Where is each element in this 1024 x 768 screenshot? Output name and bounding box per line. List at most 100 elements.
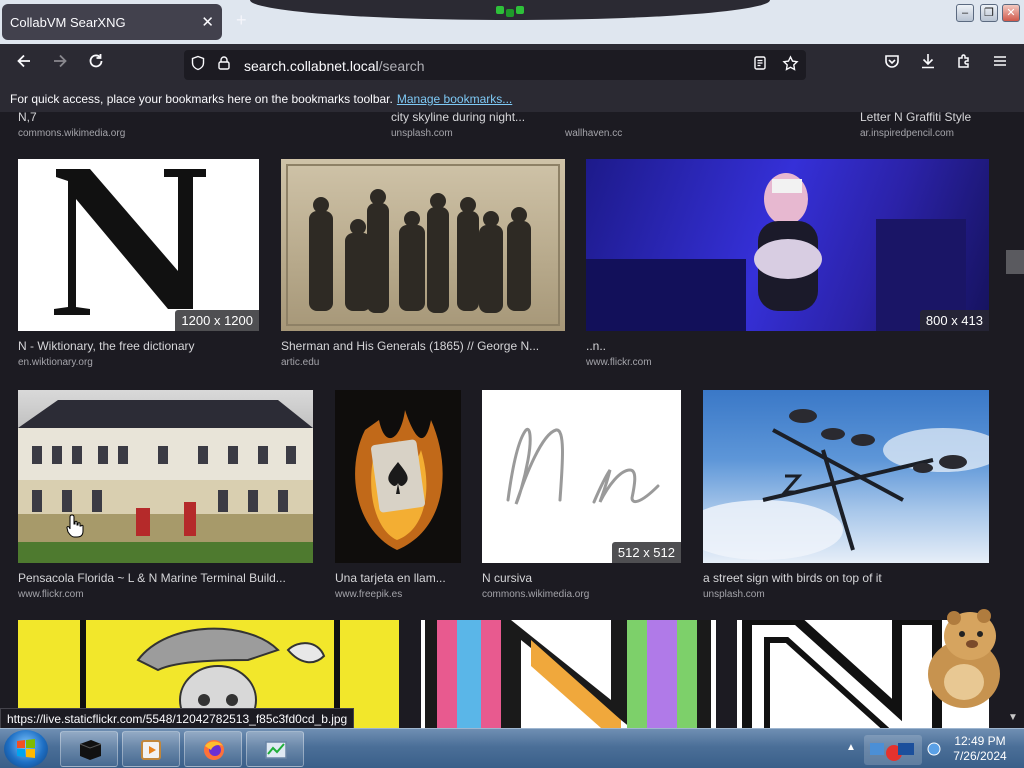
image-result-card[interactable]: a street sign with birds on top of it un… bbox=[703, 390, 989, 602]
bookmark-star-icon[interactable] bbox=[780, 55, 800, 75]
result-source: unsplash.com bbox=[391, 128, 453, 139]
neon-figure-photo bbox=[586, 173, 966, 331]
result-title[interactable]: Pensacola Florida ~ L & N Marine Termina… bbox=[18, 571, 313, 585]
close-window-button[interactable]: ✕ bbox=[1002, 4, 1020, 22]
search-results-page: N,7 commons.wikimedia.org city skyline d… bbox=[0, 112, 1024, 728]
windows-taskbar: ▲ 12:49 PM 7/26/2024 bbox=[0, 728, 1024, 768]
reader-view-icon[interactable] bbox=[750, 55, 770, 75]
tray-app-icons[interactable] bbox=[864, 735, 922, 765]
image-result-card[interactable]: 512 x 512 N cursiva commons.wikimedia.or… bbox=[482, 390, 681, 602]
result-source: commons.wikimedia.org bbox=[18, 128, 126, 139]
image-dimensions: 800 x 413 bbox=[919, 310, 989, 331]
image-result-card[interactable]: Pensacola Florida ~ L & N Marine Termina… bbox=[18, 390, 313, 602]
forward-button[interactable] bbox=[48, 52, 72, 76]
url-host: search.collabnet.local bbox=[244, 58, 379, 74]
result-source: unsplash.com bbox=[703, 589, 765, 600]
tab-close-icon[interactable]: ✕ bbox=[201, 13, 214, 31]
tab-title: CollabVM SearXNG bbox=[10, 15, 126, 30]
url-bar[interactable]: search.collabnet.local/search bbox=[184, 50, 806, 80]
firefox-icon bbox=[204, 740, 224, 760]
start-button[interactable] bbox=[4, 730, 48, 768]
extensions-button[interactable] bbox=[952, 52, 976, 76]
media-player-icon bbox=[141, 740, 161, 760]
result-thumbnail[interactable]: 800 x 413 bbox=[586, 159, 989, 331]
lock-icon[interactable] bbox=[214, 55, 234, 75]
letter-n-image bbox=[54, 169, 206, 315]
back-button[interactable] bbox=[12, 52, 36, 76]
taskbar-media-player[interactable] bbox=[122, 731, 180, 767]
new-tab-icon[interactable]: + bbox=[236, 10, 247, 31]
image-result-card[interactable]: 800 x 413 ..n.. www.flickr.com bbox=[586, 159, 989, 369]
screen: CollabVM SearXNG ✕ + – ❐ ✕ search.collab… bbox=[0, 0, 1024, 768]
taskbar-firefox[interactable] bbox=[184, 731, 242, 767]
image-result-card[interactable]: 1200 x 1200 N - Wiktionary, the free dic… bbox=[18, 159, 259, 369]
result-thumbnail[interactable]: 512 x 512 bbox=[482, 390, 681, 563]
result-thumbnail[interactable] bbox=[18, 390, 313, 563]
sepia-group-photo bbox=[286, 164, 560, 326]
burning-ace-card-image bbox=[355, 410, 443, 550]
scroll-down-arrow-icon[interactable]: ▼ bbox=[1008, 712, 1018, 723]
task-manager-icon bbox=[265, 741, 287, 759]
result-source: wallhaven.cc bbox=[565, 128, 623, 139]
taskbar-command-prompt[interactable] bbox=[60, 731, 118, 767]
result-title[interactable]: Sherman and His Generals (1865) // Georg… bbox=[281, 339, 565, 353]
url-text[interactable]: search.collabnet.local/search bbox=[244, 58, 425, 74]
terminal-icon bbox=[79, 740, 102, 760]
pocket-button[interactable] bbox=[880, 52, 904, 76]
taskbar-task-manager[interactable] bbox=[246, 731, 304, 767]
system-clock[interactable]: 12:49 PM 7/26/2024 bbox=[940, 734, 1020, 764]
download-icon bbox=[922, 54, 934, 69]
page-scrollbar-thumb[interactable] bbox=[1006, 250, 1024, 274]
result-source: www.freepik.es bbox=[335, 589, 403, 600]
result-thumbnail[interactable] bbox=[281, 159, 565, 331]
result-source: ar.inspiredpencil.com bbox=[860, 128, 954, 139]
result-thumbnail[interactable] bbox=[421, 620, 716, 728]
puzzle-icon bbox=[958, 54, 969, 68]
status-bar-url: https://live.staticflickr.com/5548/12042… bbox=[0, 708, 355, 730]
clock-time: 12:49 PM bbox=[954, 734, 1006, 748]
result-source: www.flickr.com bbox=[18, 589, 84, 600]
vm-indicator-icon bbox=[496, 6, 528, 17]
hamster-mascot-image bbox=[928, 609, 1000, 708]
pocket-icon bbox=[885, 55, 899, 68]
browser-tab[interactable]: CollabVM SearXNG ✕ bbox=[2, 4, 222, 40]
birds-on-sign-photo bbox=[703, 409, 989, 560]
terminal-building-photo bbox=[18, 400, 313, 563]
hand-cursor-icon bbox=[66, 514, 84, 538]
windows-logo-icon bbox=[17, 739, 35, 758]
result-thumbnail[interactable] bbox=[703, 390, 989, 563]
url-path: /search bbox=[378, 58, 425, 74]
result-title[interactable]: N - Wiktionary, the free dictionary bbox=[18, 339, 259, 353]
image-result-card[interactable]: Sherman and His Generals (1865) // Georg… bbox=[281, 159, 565, 369]
bookmarks-hint: For quick access, place your bookmarks h… bbox=[10, 92, 512, 106]
result-title[interactable]: N,7 bbox=[18, 112, 218, 124]
restore-button[interactable]: ❐ bbox=[980, 4, 998, 22]
image-result-card[interactable]: Una tarjeta en llam... www.freepik.es bbox=[335, 390, 461, 602]
menu-button[interactable] bbox=[988, 52, 1012, 76]
image-dimensions: 1200 x 1200 bbox=[175, 310, 259, 331]
result-title[interactable]: city skyline during night... bbox=[391, 112, 551, 124]
result-thumbnail[interactable]: 1200 x 1200 bbox=[18, 159, 259, 331]
image-dimensions: 512 x 512 bbox=[611, 542, 681, 563]
downloads-button[interactable] bbox=[916, 52, 940, 76]
result-title[interactable]: Una tarjeta en llam... bbox=[335, 571, 461, 585]
navigation-bar: search.collabnet.local/search bbox=[0, 44, 1024, 86]
cursive-n-image bbox=[506, 427, 660, 505]
result-source: en.wiktionary.org bbox=[18, 357, 93, 368]
minimize-button[interactable]: – bbox=[956, 4, 974, 22]
result-source: artic.edu bbox=[281, 357, 320, 368]
result-title[interactable]: N cursiva bbox=[482, 571, 681, 585]
reload-icon bbox=[89, 54, 103, 68]
result-title[interactable]: Letter N Graffiti Style bbox=[860, 112, 1000, 124]
manage-bookmarks-link[interactable]: Manage bookmarks... bbox=[397, 92, 512, 106]
hamburger-menu-icon bbox=[994, 56, 1006, 66]
result-title[interactable]: a street sign with birds on top of it bbox=[703, 571, 989, 585]
show-hidden-icons-arrow-icon[interactable]: ▲ bbox=[846, 742, 856, 753]
patterned-n-image bbox=[425, 620, 711, 728]
result-title[interactable]: ..n.. bbox=[586, 339, 989, 353]
forward-arrow-icon bbox=[54, 54, 67, 68]
shield-icon[interactable] bbox=[188, 55, 208, 75]
reload-button[interactable] bbox=[84, 52, 108, 76]
result-thumbnail[interactable] bbox=[335, 390, 461, 563]
bookmarks-hint-text: For quick access, place your bookmarks h… bbox=[10, 92, 393, 106]
